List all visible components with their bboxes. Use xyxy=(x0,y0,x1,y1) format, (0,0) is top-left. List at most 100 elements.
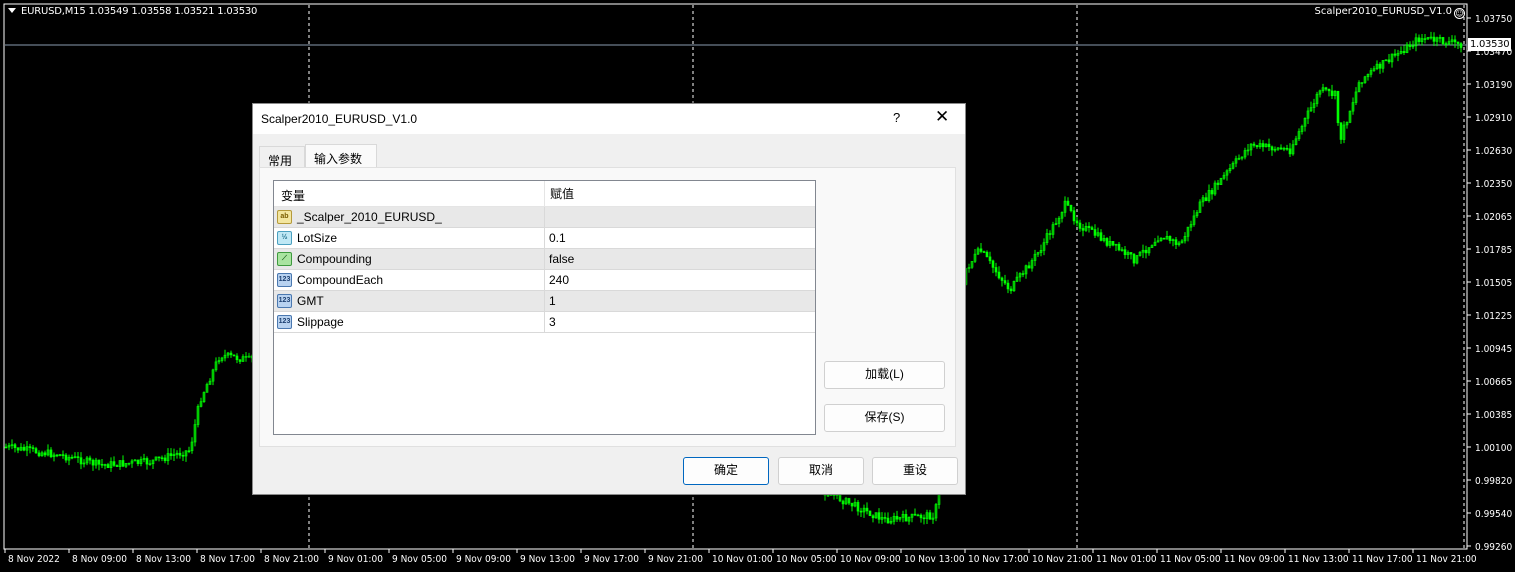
param-value[interactable]: 1 xyxy=(544,291,556,312)
candle xyxy=(1015,271,1019,283)
candle xyxy=(19,443,23,452)
dialog-titlebar[interactable]: Scalper2010_EURUSD_V1.0 ? ✕ xyxy=(253,104,965,134)
candle xyxy=(1231,161,1235,170)
candle xyxy=(175,450,179,459)
cancel-button[interactable]: 取消 xyxy=(778,457,864,485)
candle xyxy=(109,457,113,472)
candle xyxy=(901,510,905,523)
candle xyxy=(1036,251,1040,258)
candle xyxy=(118,460,122,470)
candle xyxy=(1327,88,1331,97)
candle xyxy=(1273,146,1277,153)
candle xyxy=(859,507,863,518)
candle xyxy=(1402,45,1406,56)
candle xyxy=(220,356,224,363)
load-button[interactable]: 加载(L) xyxy=(824,361,945,389)
column-header-variable[interactable]: 变量 xyxy=(281,187,305,204)
candle xyxy=(1141,244,1145,258)
candle xyxy=(28,443,32,454)
candle xyxy=(1306,107,1310,125)
candle xyxy=(1375,60,1379,71)
tab-common[interactable]: 常用 xyxy=(259,146,305,168)
candle xyxy=(79,452,83,470)
candle xyxy=(1057,216,1061,228)
table-row[interactable]: 123 Slippage 3 xyxy=(274,312,815,333)
param-value[interactable]: 240 xyxy=(544,270,569,291)
candle xyxy=(1408,41,1412,51)
candle xyxy=(190,437,194,454)
double-icon: ½ xyxy=(277,231,292,245)
price-label: 1.01785 xyxy=(1475,245,1512,256)
time-label: 9 Nov 17:00 xyxy=(584,554,639,565)
candle xyxy=(1258,139,1262,149)
param-name: _Scalper_2010_EURUSD_ xyxy=(297,210,442,224)
column-header-value[interactable]: 赋值 xyxy=(544,181,574,207)
candle xyxy=(973,249,977,264)
price-label: 1.00665 xyxy=(1475,377,1512,388)
candle xyxy=(106,462,110,468)
time-label: 10 Nov 01:00 xyxy=(712,554,773,565)
candle xyxy=(1069,204,1073,213)
candle xyxy=(1432,32,1436,47)
candle xyxy=(1126,250,1130,260)
price-label: 1.02910 xyxy=(1475,113,1512,124)
table-row[interactable]: 123 CompoundEach 240 xyxy=(274,270,815,291)
symbol-info-text: EURUSD,M15 1.03549 1.03558 1.03521 1.035… xyxy=(21,6,258,17)
param-value[interactable]: 3 xyxy=(544,312,556,333)
candle xyxy=(1213,180,1217,196)
table-row[interactable]: ½ LotSize 0.1 xyxy=(274,228,815,249)
candle xyxy=(40,450,44,457)
candle xyxy=(1189,220,1193,232)
save-button[interactable]: 保存(S) xyxy=(824,404,945,432)
candle xyxy=(970,260,974,269)
candle xyxy=(1198,199,1202,213)
candle xyxy=(172,448,176,462)
inputs-table: 变量 赋值 ab _Scalper_2010_EURUSD_ ½ LotSize 0.1… xyxy=(273,180,816,435)
candle xyxy=(214,357,218,372)
help-button[interactable]: ? xyxy=(893,110,900,125)
param-name: GMT xyxy=(297,294,324,308)
price-label: 1.02065 xyxy=(1475,212,1512,223)
dropdown-triangle-icon[interactable] xyxy=(8,8,16,13)
candle xyxy=(100,459,104,469)
param-value[interactable]: false xyxy=(544,249,574,270)
candle xyxy=(988,251,992,264)
candle xyxy=(1330,84,1334,99)
candle xyxy=(151,459,155,470)
candle xyxy=(1372,65,1376,72)
ok-button[interactable]: 确定 xyxy=(683,457,769,485)
candle xyxy=(868,510,872,517)
candle xyxy=(208,378,212,385)
candle xyxy=(73,452,77,459)
table-row[interactable]: 123 GMT 1 xyxy=(274,291,815,312)
candle xyxy=(1204,192,1208,202)
candle xyxy=(1159,237,1163,242)
candle xyxy=(1171,238,1175,247)
param-value[interactable]: 0.1 xyxy=(544,228,566,249)
expert-properties-dialog: Scalper2010_EURUSD_V1.0 ? ✕ 常用 输入参数 变量 赋… xyxy=(252,103,966,495)
time-label: 8 Nov 2022 xyxy=(8,554,60,565)
candle xyxy=(1363,75,1367,84)
table-row[interactable]: ab _Scalper_2010_EURUSD_ xyxy=(274,207,815,228)
table-row[interactable]: ⟋ Compounding false xyxy=(274,249,815,270)
candle xyxy=(1129,252,1133,260)
candle xyxy=(67,454,71,466)
param-value[interactable] xyxy=(544,207,549,228)
candle xyxy=(994,262,998,277)
close-button[interactable]: ✕ xyxy=(935,107,949,127)
candle xyxy=(1318,89,1322,98)
symbol-info[interactable]: EURUSD,M15 1.03549 1.03558 1.03521 1.035… xyxy=(8,6,257,17)
candle xyxy=(1207,184,1211,203)
candle xyxy=(127,462,131,466)
expert-label[interactable]: Scalper2010_EURUSD_V1.0 ☺ xyxy=(1314,6,1465,19)
candle xyxy=(865,502,869,515)
candle xyxy=(1384,59,1388,62)
candle xyxy=(139,456,143,467)
reset-button[interactable]: 重设 xyxy=(872,457,958,485)
candle xyxy=(1288,143,1292,158)
candle xyxy=(91,458,95,471)
candle xyxy=(1111,241,1115,247)
tab-inputs[interactable]: 输入参数 xyxy=(305,144,377,168)
candle xyxy=(1216,179,1220,190)
candle xyxy=(1087,222,1091,233)
